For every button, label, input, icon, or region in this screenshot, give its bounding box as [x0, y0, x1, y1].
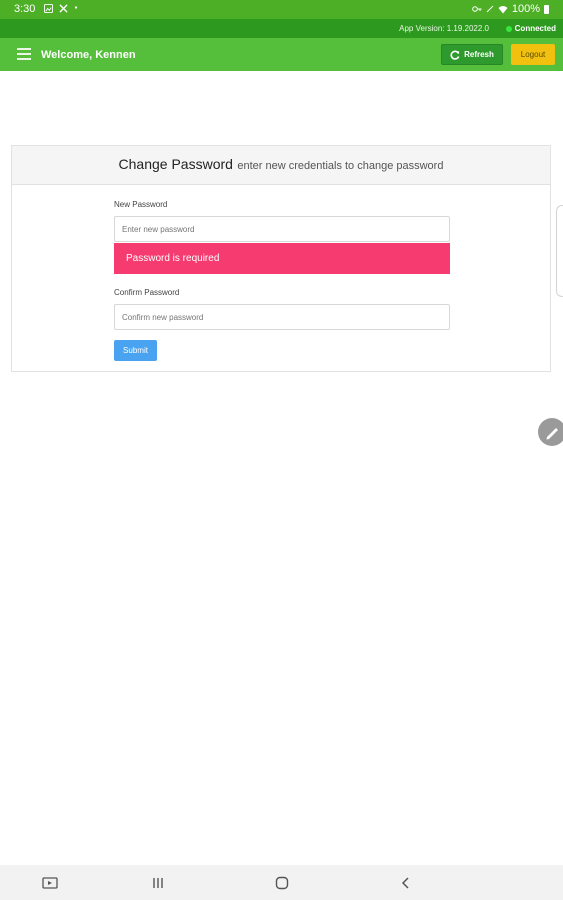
back-icon[interactable]: [396, 873, 416, 893]
welcome-text: Welcome, Kennen: [41, 49, 136, 61]
refresh-icon: [450, 50, 460, 60]
battery-icon: [544, 4, 549, 14]
app-version: App Version: 1.19.2022.0: [399, 24, 489, 33]
recent-apps-icon[interactable]: [148, 873, 168, 893]
logout-button[interactable]: Logout: [511, 44, 555, 65]
home-icon[interactable]: [272, 873, 292, 893]
tools-icon: [59, 4, 68, 13]
app-header: Welcome, Kennen Refresh Logout: [0, 38, 563, 71]
notification-icons: [44, 3, 78, 15]
status-bar: 3:30 100%: [0, 0, 563, 19]
gallery-icon: [44, 4, 53, 13]
page-title: Change Password: [118, 156, 233, 172]
refresh-label: Refresh: [464, 50, 494, 59]
connected-dot-icon: [505, 26, 512, 32]
change-password-card: Change Password enter new credentials to…: [11, 145, 551, 372]
card-header: Change Password enter new credentials to…: [12, 146, 550, 185]
battery-percent: 100%: [511, 3, 540, 15]
submit-button[interactable]: Submit: [114, 340, 157, 361]
mute-icon: [486, 5, 494, 13]
refresh-button[interactable]: Refresh: [441, 44, 503, 65]
edge-panel-handle[interactable]: [556, 205, 563, 297]
page-subtitle: enter new credentials to change password: [237, 160, 444, 172]
dot-icon: [74, 6, 77, 9]
wifi-icon: [498, 5, 508, 13]
confirm-password-label: Confirm Password: [114, 288, 180, 297]
status-time: 3:30: [14, 3, 36, 15]
pencil-icon: [546, 428, 558, 440]
connection-status: Connected: [505, 24, 556, 33]
new-password-label: New Password: [114, 200, 168, 209]
system-nav-bar: [0, 865, 563, 900]
password-error-alert: Password is required: [114, 243, 450, 274]
key-icon: [472, 6, 482, 12]
new-password-input[interactable]: [114, 216, 450, 242]
menu-icon[interactable]: [17, 48, 31, 60]
version-bar: App Version: 1.19.2022.0 Connected: [0, 19, 563, 38]
screenshot-icon[interactable]: [40, 873, 60, 893]
status-right: 100%: [472, 3, 549, 15]
confirm-password-input[interactable]: [114, 304, 450, 330]
connection-label: Connected: [514, 24, 556, 33]
edit-fab-button[interactable]: [538, 418, 563, 446]
